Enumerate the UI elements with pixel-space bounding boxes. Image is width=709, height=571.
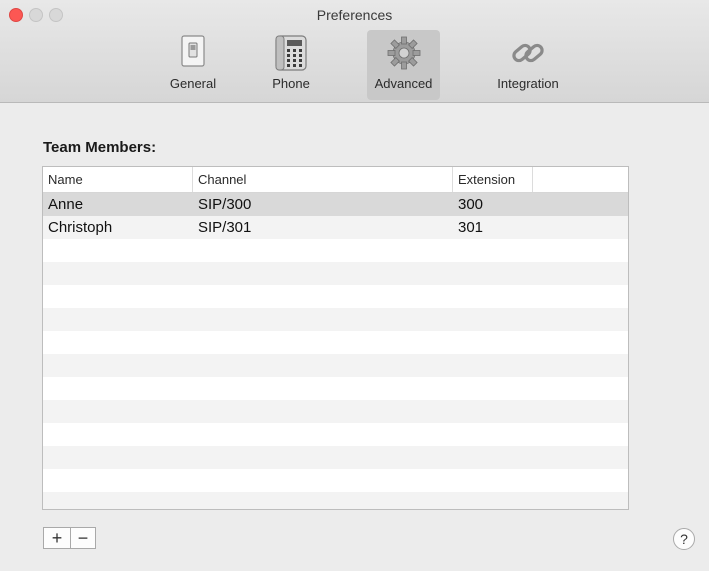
team-members-table[interactable]: Name Channel Extension Anne SIP/300 300 … [42, 166, 629, 510]
empty-row [43, 262, 628, 285]
table-row[interactable]: Christoph SIP/301 301 [43, 216, 628, 239]
toolbar-general-label: General [169, 76, 217, 91]
empty-row [43, 285, 628, 308]
column-header-extension[interactable]: Extension [453, 167, 533, 192]
help-button[interactable]: ? [673, 528, 695, 550]
cell-extension: 300 [458, 196, 484, 213]
empty-row [43, 492, 628, 509]
cell-name: Christoph [48, 219, 113, 236]
add-remove-buttons: + − [43, 527, 96, 549]
empty-row [43, 469, 628, 492]
column-header-channel[interactable]: Channel [193, 167, 453, 192]
table-body: Anne SIP/300 300 Christoph SIP/301 301 [43, 193, 628, 509]
toolbar-integration[interactable]: Integration [490, 30, 566, 100]
toolbar-general[interactable]: General [162, 30, 224, 100]
gear-icon [383, 32, 425, 74]
toolbar-phone-label: Phone [272, 76, 310, 91]
empty-row [43, 377, 628, 400]
cell-name: Anne [48, 196, 84, 213]
empty-row [43, 354, 628, 377]
toolbar-integration-label: Integration [497, 76, 559, 91]
toolbar-advanced[interactable]: Advanced [367, 30, 440, 100]
table-header: Name Channel Extension [43, 167, 628, 193]
table-row[interactable]: Anne SIP/300 300 [43, 193, 628, 216]
empty-row [43, 423, 628, 446]
remove-member-button[interactable]: − [70, 528, 96, 548]
cell-channel: SIP/301 [198, 219, 252, 236]
phone-icon [270, 32, 312, 74]
preferences-window: Preferences General Phone Advanced Integ… [0, 0, 709, 571]
empty-row [43, 239, 628, 262]
window-title: Preferences [316, 7, 393, 23]
switch-icon [172, 32, 214, 74]
add-member-button[interactable]: + [44, 528, 71, 548]
cell-extension: 301 [458, 219, 484, 236]
chain-link-icon [507, 32, 549, 74]
toolbar-phone[interactable]: Phone [261, 30, 321, 100]
cell-channel: SIP/300 [198, 196, 252, 213]
titlebar: Preferences General Phone Advanced Integ… [0, 0, 709, 103]
empty-row [43, 446, 628, 469]
team-members-heading: Team Members: [43, 139, 157, 156]
empty-row [43, 308, 628, 331]
toolbar-advanced-label: Advanced [374, 76, 433, 91]
column-header-name[interactable]: Name [43, 167, 193, 192]
empty-row [43, 400, 628, 423]
empty-row [43, 331, 628, 354]
